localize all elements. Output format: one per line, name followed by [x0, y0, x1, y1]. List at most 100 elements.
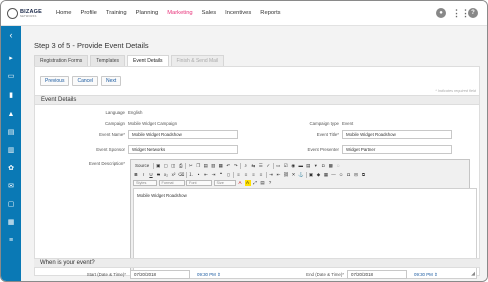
image-button-icon[interactable]: ▩	[328, 163, 334, 169]
indent-icon[interactable]: ⇥	[211, 172, 217, 178]
end-date-input[interactable]: 07/20/2018	[347, 270, 407, 279]
textfield-icon[interactable]: ▬	[298, 163, 304, 169]
size-select[interactable]: Size	[213, 180, 236, 186]
numbered-list-icon[interactable]: ⒈	[188, 172, 194, 178]
rtl-icon[interactable]: ⇤	[276, 172, 282, 178]
image-icon[interactable]: ▣	[308, 172, 314, 178]
copy-icon[interactable]: ❐	[195, 163, 201, 169]
event-presenter-input[interactable]: Widget Partner	[342, 145, 452, 154]
align-left-icon[interactable]: ≡	[236, 172, 242, 178]
italic-icon[interactable]: I	[141, 172, 147, 178]
bg-color-icon[interactable]: A	[244, 180, 251, 186]
nav-item-sales[interactable]: Sales	[202, 10, 217, 16]
align-right-icon[interactable]: ≡	[251, 172, 257, 178]
event-sponsor-input[interactable]: Widget Networks	[128, 145, 238, 154]
nav-item-incentives[interactable]: Incentives	[225, 10, 251, 16]
event-title-input[interactable]: Mobile Widget Roadshow	[342, 130, 452, 139]
text-color-icon[interactable]: A	[237, 180, 243, 186]
find-icon[interactable]: ⌕	[243, 163, 249, 169]
new-page-icon[interactable]: ▢	[163, 163, 169, 169]
sidebar-list-icon[interactable]: ≡	[1, 234, 21, 248]
show-blocks-icon[interactable]: ▤	[260, 180, 266, 186]
resize-handle-icon[interactable]: ◢	[471, 271, 475, 277]
paste-text-icon[interactable]: ▥	[210, 163, 216, 169]
justify-icon[interactable]: ≡	[258, 172, 264, 178]
print-icon[interactable]: ⎙	[178, 163, 184, 169]
nav-item-planning[interactable]: Planning	[136, 10, 159, 16]
previous-button[interactable]: Previous	[40, 76, 70, 86]
font-select[interactable]: Font	[186, 180, 212, 186]
cancel-button[interactable]: Cancel	[72, 76, 99, 86]
bold-icon[interactable]: B	[133, 172, 139, 178]
horizontal-line-icon[interactable]: ―	[331, 172, 337, 178]
unlink-icon[interactable]: ✕	[291, 172, 297, 178]
outdent-icon[interactable]: ⇤	[203, 172, 209, 178]
strike-icon[interactable]: S	[156, 172, 162, 178]
smiley-icon[interactable]: ☺	[338, 172, 344, 178]
tab-event-details[interactable]: Event Details	[127, 55, 169, 66]
superscript-icon[interactable]: x²	[171, 172, 177, 178]
radio-icon[interactable]: ◉	[290, 163, 296, 169]
sidebar-monitor-icon[interactable]: ▭	[1, 70, 21, 84]
next-button[interactable]: Next	[101, 76, 122, 86]
source-button[interactable]: Source	[133, 163, 151, 169]
form-icon[interactable]: ▭	[275, 163, 281, 169]
iframe-icon[interactable]: ⧉	[361, 172, 367, 178]
help-icon[interactable]: ?	[468, 8, 478, 18]
sidebar-bookmark-icon[interactable]: ▸	[1, 52, 21, 66]
special-char-icon[interactable]: Ω	[346, 172, 352, 178]
nav-item-reports[interactable]: Reports	[260, 10, 280, 16]
align-center-icon[interactable]: ≡	[243, 172, 249, 178]
sidebar-mail-icon[interactable]: ✉	[1, 180, 21, 194]
about-icon[interactable]: ?	[267, 180, 273, 186]
paste-icon[interactable]: ▤	[203, 163, 209, 169]
cut-icon[interactable]: ✂	[188, 163, 194, 169]
table-icon[interactable]: ▦	[323, 172, 329, 178]
blockquote-icon[interactable]: ❝	[218, 172, 224, 178]
start-time-picker[interactable]: 09:30 PM ⇕	[197, 272, 221, 278]
sidebar-window-icon[interactable]: ▢	[1, 198, 21, 212]
nav-item-home[interactable]: Home	[56, 10, 71, 16]
bullet-list-icon[interactable]: •	[196, 172, 202, 178]
tab-finish-send-mail[interactable]: Finish & Send Mail	[170, 55, 225, 66]
subscript-icon[interactable]: x₂	[163, 172, 169, 178]
anchor-icon[interactable]: ⚓	[298, 172, 304, 178]
tab-templates[interactable]: Templates	[90, 55, 126, 66]
sidebar-chart-icon[interactable]: ▮	[1, 89, 21, 103]
link-icon[interactable]: ⛓	[283, 172, 289, 178]
spellcheck-icon[interactable]: ✓	[265, 163, 271, 169]
textarea-icon[interactable]: ▤	[305, 163, 311, 169]
format-select[interactable]: Format	[158, 180, 185, 186]
nav-item-training[interactable]: Training	[106, 10, 127, 16]
select-icon[interactable]: ▾	[313, 163, 319, 169]
paste-word-icon[interactable]: ▦	[218, 163, 224, 169]
brand-logo[interactable]: BIZAGE NETWORKS	[7, 8, 47, 20]
remove-format-icon[interactable]: ⌫	[178, 172, 184, 178]
checkbox-icon[interactable]: ☑	[283, 163, 289, 169]
sidebar-bars-icon[interactable]: ▥	[1, 144, 21, 158]
collapse-chevron-icon[interactable]: ‹	[1, 28, 21, 42]
underline-icon[interactable]: U	[148, 172, 154, 178]
nav-item-marketing[interactable]: Marketing	[167, 10, 192, 16]
styles-select[interactable]: Styles	[133, 180, 157, 186]
event-name-input[interactable]: Mobile Widget Roadshow	[128, 130, 238, 139]
sidebar-calendar-icon[interactable]: ▤	[1, 126, 21, 140]
sidebar-gears-icon[interactable]: ✿	[1, 162, 21, 176]
preview-icon[interactable]: ◫	[170, 163, 176, 169]
nav-item-profile[interactable]: Profile	[80, 10, 96, 16]
end-time-picker[interactable]: 09:30 PM ⇕	[414, 272, 438, 278]
apps-grid-icon[interactable]: ⋮⋮⋮	[452, 8, 479, 18]
select-all-icon[interactable]: ☰	[258, 163, 264, 169]
start-date-input[interactable]: 07/20/2018	[130, 270, 190, 279]
div-icon[interactable]: ▯	[226, 172, 232, 178]
button-icon[interactable]: ◘	[320, 163, 326, 169]
maximize-icon[interactable]: ⤢	[252, 180, 258, 186]
replace-icon[interactable]: ⇆	[250, 163, 256, 169]
hidden-field-icon[interactable]: ◌	[335, 163, 341, 169]
tab-registration-forms[interactable]: Registration Forms	[34, 55, 89, 66]
redo-icon[interactable]: ↷	[233, 163, 239, 169]
undo-icon[interactable]: ↶	[225, 163, 231, 169]
sidebar-warning-icon[interactable]: ▲	[1, 108, 21, 122]
save-icon[interactable]: ▣	[155, 163, 161, 169]
sidebar-grid-icon[interactable]: ▦	[1, 216, 21, 230]
